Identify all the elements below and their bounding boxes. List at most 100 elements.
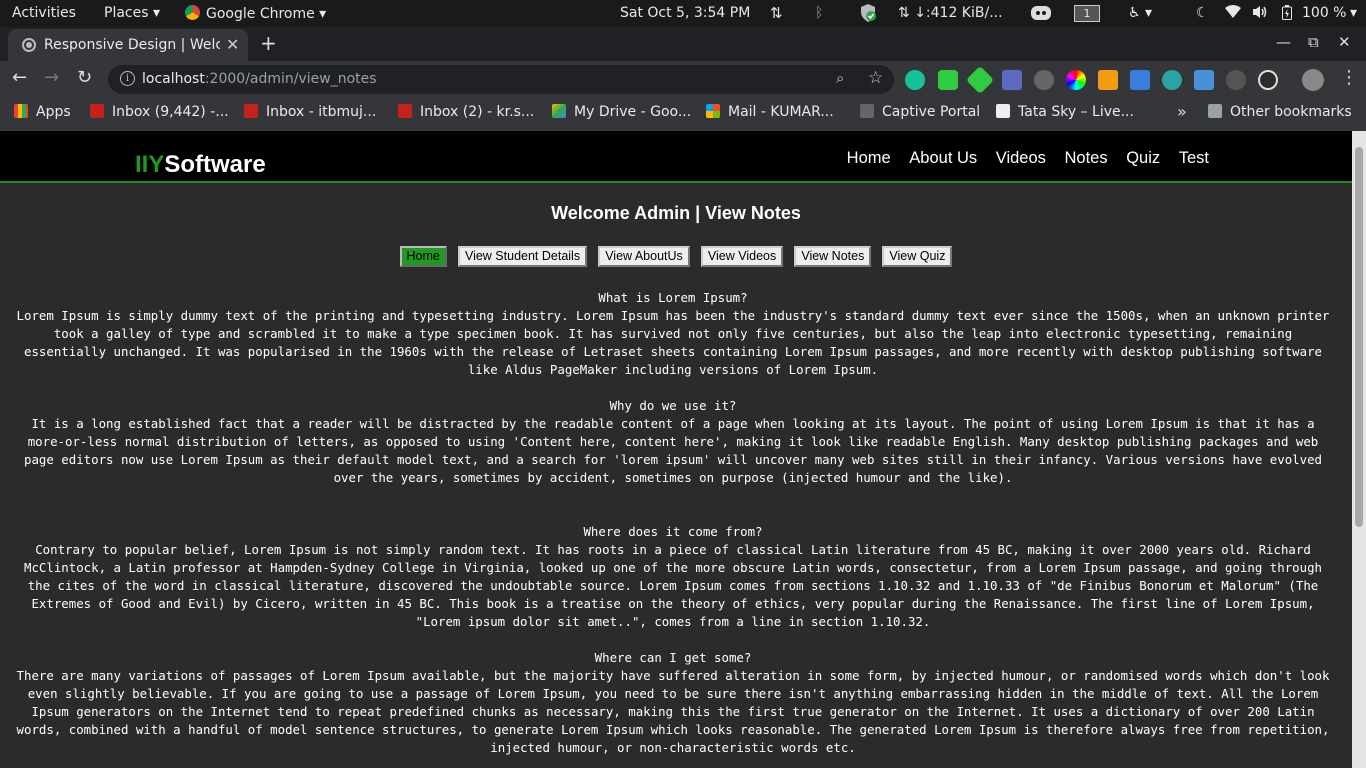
react-devtools-icon[interactable]	[1258, 70, 1278, 90]
network-speed: ⇅ ↓:412 KiB/...	[898, 5, 1003, 21]
admin-button-row: Home View Student Details View AboutUs V…	[0, 245, 1352, 267]
browser-toolbar: ← → ↻ i localhost:2000/admin/view_notes …	[0, 61, 1366, 98]
reload-icon[interactable]: ↻	[77, 67, 92, 88]
forward-icon[interactable]: →	[44, 67, 59, 88]
nav-test[interactable]: Test	[1179, 149, 1209, 167]
drive-icon	[552, 104, 566, 118]
battery-percent: 100 %	[1302, 5, 1347, 21]
bookmark-drive[interactable]: My Drive - Goo...	[552, 104, 691, 120]
url-text[interactable]: localhost:2000/admin/view_notes	[142, 71, 377, 87]
bookmark-label: Inbox - itbmuj...	[266, 104, 377, 120]
bookmark-tata-sky[interactable]: Tata Sky – Live...	[996, 104, 1134, 120]
wifi-icon[interactable]	[1225, 5, 1241, 24]
site-nav-links: Home About Us Videos Notes Quiz Test	[833, 149, 1209, 168]
scrollbar-thumb[interactable]	[1355, 147, 1363, 527]
bookmark-label: Captive Portal	[882, 104, 981, 120]
extension-tool-icon[interactable]	[1098, 70, 1118, 90]
bookmark-label: Other bookmarks	[1230, 104, 1352, 120]
gmail-icon	[244, 104, 258, 118]
bookmark-label: Mail - KUMAR...	[728, 104, 834, 120]
shield-icon[interactable]	[858, 3, 878, 28]
bookmark-star-icon[interactable]: ☆	[868, 68, 883, 88]
extension-record-icon[interactable]	[1034, 70, 1054, 90]
note-block: What is Lorem Ipsum? Lorem Ipsum is simp…	[10, 289, 1336, 379]
grammarly-extension-icon[interactable]	[905, 70, 925, 90]
more-bookmarks-icon[interactable]: »	[1177, 102, 1187, 121]
zoom-icon[interactable]: ⌕	[836, 69, 844, 87]
extension-gray-icon[interactable]	[1226, 70, 1246, 90]
bookmark-inbox-1[interactable]: Inbox (9,442) -...	[90, 104, 229, 120]
close-window-icon[interactable]: ✕	[1338, 33, 1351, 51]
extension-colorpicker-icon[interactable]	[1066, 70, 1086, 90]
address-bar[interactable]: i localhost:2000/admin/view_notes ⌕ ☆	[108, 65, 894, 94]
bookmark-mail[interactable]: Mail - KUMAR...	[706, 104, 834, 120]
brand-name: Software	[164, 151, 266, 178]
accessibility-icon[interactable]: ♿ ▾	[1128, 5, 1152, 22]
transfer-icon: ⇅	[770, 4, 783, 22]
extension-chip-icon[interactable]	[1002, 70, 1022, 90]
note-body: There are many variations of passages of…	[16, 668, 1330, 755]
extension-window-icon[interactable]	[1130, 70, 1150, 90]
bookmark-inbox-2[interactable]: Inbox - itbmuj...	[244, 104, 376, 120]
extension-globe-icon[interactable]	[1162, 70, 1182, 90]
clock[interactable]: Sat Oct 5, 3:54 PM	[620, 5, 750, 22]
tab-active[interactable]: Responsive Design | Welcome ✕	[8, 29, 248, 61]
apps-grid-icon	[14, 104, 28, 118]
note-body: Contrary to popular belief, Lorem Ipsum …	[23, 542, 1322, 629]
tab-title: Responsive Design | Welcome	[44, 37, 220, 53]
volume-icon[interactable]	[1252, 5, 1268, 24]
chrome-menu-icon[interactable]: ⋮	[1340, 67, 1358, 88]
notes-content: What is Lorem Ipsum? Lorem Ipsum is simp…	[10, 289, 1336, 768]
view-student-details-button[interactable]: View Student Details	[457, 246, 588, 267]
nav-videos[interactable]: Videos	[996, 149, 1046, 167]
globe-icon	[22, 38, 36, 52]
site-logo[interactable]: IIYSoftware	[135, 151, 266, 179]
profile-avatar[interactable]	[1302, 69, 1324, 91]
nav-about-us[interactable]: About Us	[909, 149, 977, 167]
note-question: Where does it come from?	[583, 524, 763, 539]
site-navbar: IIYSoftware Home About Us Videos Notes Q…	[0, 131, 1352, 183]
bookmark-apps[interactable]: Apps	[14, 104, 71, 120]
page-scrollbar[interactable]	[1352, 131, 1366, 768]
workspace-indicator[interactable]: 1	[1074, 5, 1100, 22]
tab-strip: Responsive Design | Welcome ✕ + — ⧉ ✕	[0, 27, 1366, 61]
view-quiz-button[interactable]: View Quiz	[882, 246, 953, 267]
places-label: Places	[104, 5, 149, 21]
bluetooth-icon[interactable]: ᛒ	[815, 5, 823, 22]
bookmark-captive-portal[interactable]: Captive Portal	[860, 104, 980, 120]
chrome-icon	[185, 5, 200, 20]
extension-hand-icon[interactable]	[938, 70, 958, 90]
extension-g-icon[interactable]	[1194, 70, 1214, 90]
view-aboutus-button[interactable]: View AboutUs	[598, 246, 690, 267]
other-bookmarks[interactable]: Other bookmarks	[1208, 104, 1352, 120]
maximize-icon[interactable]: ⧉	[1308, 33, 1319, 51]
activities-button[interactable]: Activities	[12, 5, 76, 22]
view-videos-button[interactable]: View Videos	[700, 246, 784, 267]
gmail-icon	[90, 104, 104, 118]
note-question: What is Lorem Ipsum?	[598, 290, 748, 305]
bookmarks-bar: Apps Inbox (9,442) -... Inbox - itbmuj..…	[0, 98, 1366, 131]
power-menu-arrow[interactable]: ▾	[1350, 5, 1357, 22]
app-menu[interactable]: Google Chrome ▾	[185, 5, 326, 23]
places-menu[interactable]: Places ▾	[104, 5, 160, 22]
url-path: :2000/admin/view_notes	[204, 71, 377, 87]
battery-icon[interactable]	[1282, 5, 1292, 25]
portal-icon	[860, 104, 874, 118]
view-notes-button[interactable]: View Notes	[794, 246, 872, 267]
back-icon[interactable]: ←	[12, 67, 27, 88]
outlook-icon	[706, 104, 720, 118]
admin-home-button[interactable]: Home	[399, 246, 447, 267]
nav-quiz[interactable]: Quiz	[1126, 149, 1160, 167]
bookmark-label: Apps	[36, 104, 71, 120]
bookmark-label: Tata Sky – Live...	[1018, 104, 1134, 120]
discord-icon[interactable]	[1030, 3, 1052, 28]
new-tab-button[interactable]: +	[260, 31, 277, 55]
info-icon[interactable]: i	[120, 71, 135, 86]
nav-home[interactable]: Home	[847, 149, 891, 167]
extension-green-icon[interactable]	[965, 65, 995, 95]
bookmark-inbox-3[interactable]: Inbox (2) - kr.s...	[398, 104, 534, 120]
night-light-icon: ☾	[1196, 5, 1209, 21]
minimize-icon[interactable]: —	[1276, 33, 1291, 51]
nav-notes[interactable]: Notes	[1065, 149, 1108, 167]
close-tab-icon[interactable]: ✕	[226, 35, 239, 54]
